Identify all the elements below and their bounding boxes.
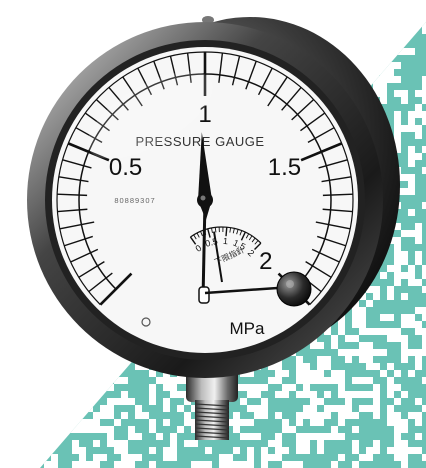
sub-dial-tick [225,227,228,237]
scale-label: 2 [259,248,272,275]
sub-dial-tick [214,227,217,233]
unit-label: MPa [230,319,266,338]
scale-label: 1.5 [268,154,301,181]
gauge-threaded-connector [194,400,230,440]
photo-stage: 0.5 1 1.5 2 PRESSURE GAUGE 80889307 MPa 0 0.… [0,0,426,468]
sub-dial-label: 1 [223,236,229,246]
pressure-gauge-photo: 0.511.52 PRESSURE GAUGE 80889307 MPa 0 0.… [27,16,426,468]
serial-number: 80889307 [114,196,155,205]
